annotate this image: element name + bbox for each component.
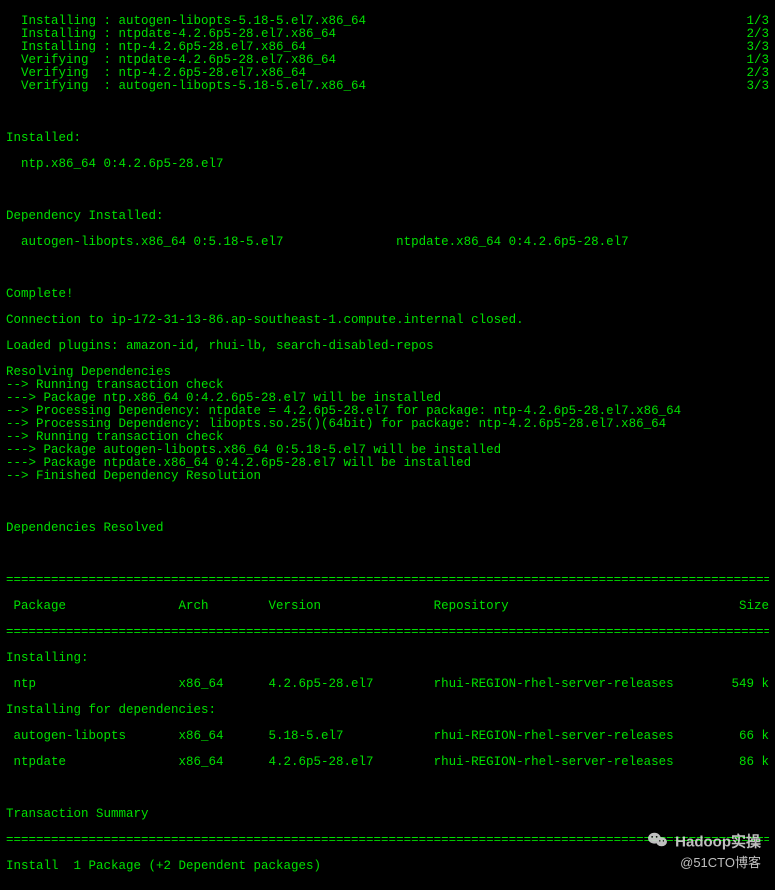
table-header: Package Arch Version RepositorySize — [6, 600, 769, 613]
transaction-summary: Transaction Summary — [6, 808, 769, 821]
rule: ========================================… — [6, 574, 769, 587]
installing-label: Installing: — [6, 652, 769, 665]
installing-deps-label: Installing for dependencies: — [6, 704, 769, 717]
install-summary: Install 1 Package (+2 Dependent packages… — [6, 860, 769, 873]
installed-header: Installed: — [6, 132, 769, 145]
installed-package: ntp.x86_64 0:4.2.6p5-28.el7 — [6, 158, 769, 171]
deps-resolved: Dependencies Resolved — [6, 522, 769, 535]
transaction-step: Verifying : autogen-libopts-5.18-5.el7.x… — [6, 80, 769, 93]
rule: ========================================… — [6, 626, 769, 639]
resolve-line: --> Finished Dependency Resolution — [6, 470, 769, 483]
table-row: ntp x86_64 4.2.6p5-28.el7 rhui-REGION-rh… — [6, 678, 769, 691]
rule: ========================================… — [6, 834, 769, 847]
complete-msg: Complete! — [6, 288, 769, 301]
dep-installed-packages: autogen-libopts.x86_64 0:5.18-5.el7 ntpd… — [6, 236, 769, 249]
dep-installed-header: Dependency Installed: — [6, 210, 769, 223]
loaded-plugins: Loaded plugins: amazon-id, rhui-lb, sear… — [6, 340, 769, 353]
terminal-output: Installing : autogen-libopts-5.18-5.el7.… — [0, 0, 775, 890]
connection-closed: Connection to ip-172-31-13-86.ap-southea… — [6, 314, 769, 327]
table-row: ntpdate x86_64 4.2.6p5-28.el7 rhui-REGIO… — [6, 756, 769, 769]
table-row: autogen-libopts x86_64 5.18-5.el7 rhui-R… — [6, 730, 769, 743]
